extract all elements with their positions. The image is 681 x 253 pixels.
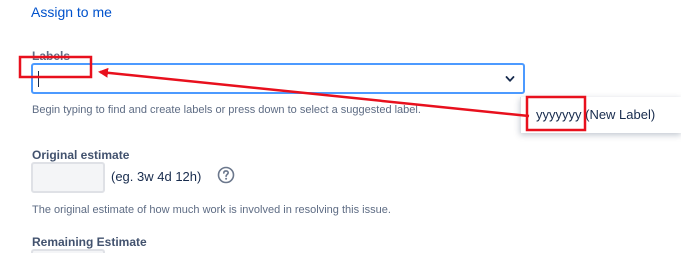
remaining-estimate-input[interactable]	[31, 249, 105, 253]
remaining-estimate-label: Remaining Estimate	[32, 235, 147, 249]
original-estimate-hint: (eg. 3w 4d 12h)	[111, 169, 202, 184]
assign-to-me-link[interactable]: Assign to me	[31, 4, 112, 20]
original-estimate-input[interactable]	[31, 162, 105, 193]
question-circle-icon[interactable]	[217, 166, 235, 184]
original-estimate-label: Original estimate	[32, 148, 130, 162]
issue-form: Assign to me Labels Begin typing to find…	[0, 0, 681, 253]
labels-help-text: Begin typing to find and create labels o…	[32, 104, 421, 116]
original-estimate-help-text: The original estimate of how much work i…	[32, 204, 391, 216]
text-cursor	[38, 71, 39, 87]
new-label-suggestion[interactable]: yyyyyyy (New Label)	[536, 107, 655, 122]
labels-suggestion-dropdown: yyyyyyy (New Label)	[520, 97, 681, 133]
labels-input[interactable]	[31, 63, 525, 94]
labels-field-label: Labels	[32, 49, 71, 63]
chevron-down-icon[interactable]	[505, 74, 515, 84]
